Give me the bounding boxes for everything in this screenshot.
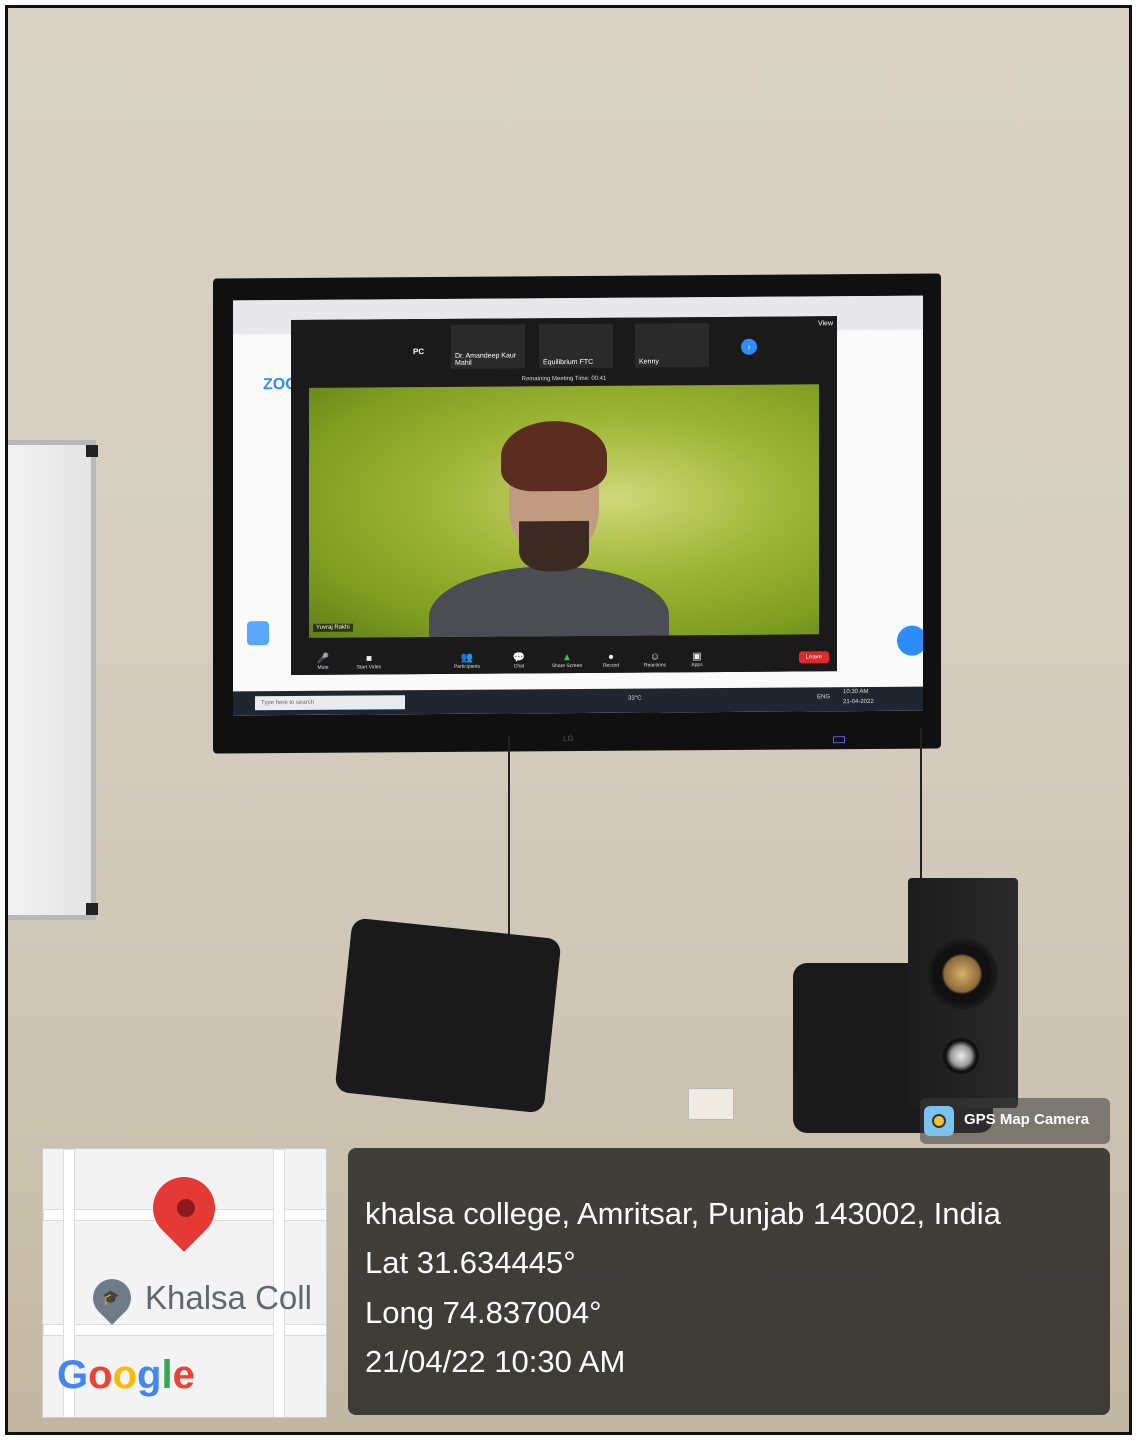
speaker <box>908 878 1018 1108</box>
clock-time: 10:30 AM <box>843 688 869 696</box>
clock-date: 21-04-2022 <box>843 698 874 706</box>
windows-taskbar: Type here to search 33°C ENG 10:30 AM 21… <box>233 686 923 716</box>
datetime-text: 21/04/22 10:30 AM <box>365 1344 626 1379</box>
participant-name: Dr. Amandeep Kaur Mahil <box>455 352 517 367</box>
reactions-button[interactable]: ☺ Reactions <box>635 651 675 668</box>
tv-brand-logo: LG <box>563 734 574 744</box>
whiteboard-clip <box>86 903 98 915</box>
share-screen-button[interactable]: ▲ Share Screen <box>547 652 587 669</box>
address-text: khalsa college, Amritsar, Punjab 143002,… <box>365 1196 1001 1231</box>
speaker-beard <box>519 520 589 572</box>
video-camera-icon: ■ <box>365 653 373 665</box>
chevron-right-icon[interactable]: › <box>741 338 757 355</box>
self-tile-label: PC <box>413 347 425 357</box>
chat-button[interactable]: 💬 Chat <box>499 652 539 669</box>
participants-button[interactable]: 👥 Participants <box>447 653 487 670</box>
participant-tile[interactable]: Equilibrium FTC <box>539 323 613 369</box>
microphone-icon: 🎤 <box>316 653 330 665</box>
google-logo: Google <box>57 1353 195 1397</box>
record-button[interactable]: ● Record <box>591 652 631 669</box>
location-pin-dot <box>177 1199 195 1217</box>
participant-tile[interactable]: Kenny <box>635 323 709 368</box>
tv-screen: ZOO PC Dr. Amandeep Kaur Mahil Equilibri… <box>233 295 923 716</box>
graduation-cap-icon: 🎓 <box>102 1289 120 1305</box>
leave-button[interactable]: Leave <box>798 651 829 664</box>
people-icon: 👥 <box>460 652 474 664</box>
apps-icon: ▣ <box>692 651 702 663</box>
whiteboard <box>8 440 98 920</box>
view-button[interactable]: View <box>818 320 833 327</box>
speaker-name: Yuvraj Rakhi <box>313 623 353 632</box>
speaker-turban <box>501 420 607 492</box>
speaker-cable <box>920 728 922 888</box>
whiteboard-clip <box>86 445 98 457</box>
share-screen-icon: ▲ <box>562 652 572 664</box>
participant-tile[interactable]: Dr. Amandeep Kaur Mahil <box>451 324 525 369</box>
participant-strip: PC Dr. Amandeep Kaur Mahil Equilibrium F… <box>291 316 837 380</box>
taskbar-search[interactable]: Type here to search <box>255 695 405 711</box>
shield-icon <box>247 621 269 646</box>
location-info-panel: khalsa college, Amritsar, Punjab 143002,… <box>348 1148 1110 1415</box>
mute-button[interactable]: 🎤 Mute <box>303 654 343 671</box>
speaker-body <box>429 565 669 638</box>
language-label: ENG <box>817 694 831 701</box>
gps-badge-label: GPS Map Camera <box>964 1111 1090 1128</box>
participant-name: Equilibrium FTC <box>543 358 594 367</box>
gps-map-camera-badge: GPS Map Camera <box>920 1098 1110 1144</box>
chat-icon: 💬 <box>512 652 526 664</box>
map-place-label: Khalsa Coll <box>145 1279 312 1316</box>
tv-power-led <box>833 736 845 744</box>
latitude-text: Lat 31.634445° <box>365 1245 576 1280</box>
chair-back <box>334 917 562 1114</box>
participant-name: Kenny <box>639 358 659 366</box>
start-video-button[interactable]: ■ Start Video <box>349 653 389 670</box>
smiley-icon: ☺ <box>649 651 661 663</box>
weather-label: 33°C <box>628 695 642 702</box>
longitude-text: Long 74.837004° <box>365 1295 602 1330</box>
record-icon: ● <box>607 651 615 663</box>
apps-button[interactable]: ▣ Apps <box>677 651 717 668</box>
active-speaker-video: Yuvraj Rakhi <box>309 384 819 638</box>
photo-frame: ZOO PC Dr. Amandeep Kaur Mahil Equilibri… <box>5 5 1132 1435</box>
volume-knob <box>943 1038 979 1074</box>
speaker-woofer <box>926 938 998 1010</box>
chat-bubble-icon[interactable] <box>897 625 923 656</box>
meeting-toolbar: 🎤 Mute ■ Start Video 👥 Participants 💬 Chat ▲… <box>291 635 837 675</box>
location-map: 🎓 Khalsa Coll Google <box>42 1148 327 1418</box>
zoom-meeting-window: PC Dr. Amandeep Kaur Mahil Equilibrium F… <box>291 316 837 675</box>
wall-socket <box>688 1088 734 1120</box>
camera-app-icon <box>924 1106 954 1136</box>
television: ZOO PC Dr. Amandeep Kaur Mahil Equilibri… <box>213 273 941 754</box>
